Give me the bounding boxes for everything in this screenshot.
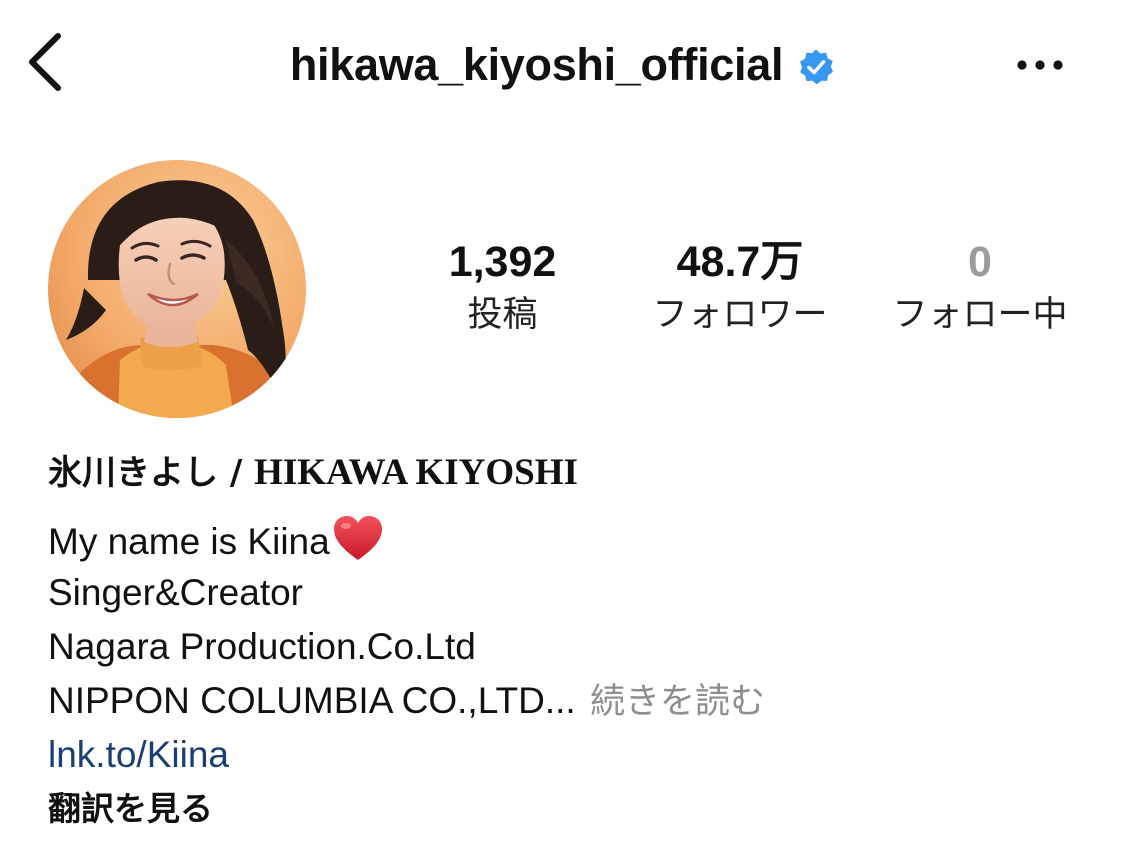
stat-following[interactable]: 0 フォロー中 <box>880 236 1080 340</box>
bio-line-text: My name is Kiina <box>48 521 330 562</box>
header-title: hikawa_kiyoshi_official <box>0 36 1125 92</box>
posts-count: 1,392 <box>448 238 557 286</box>
profile-avatar[interactable] <box>48 160 306 418</box>
heart-emoji-icon <box>333 516 382 560</box>
username-title: hikawa_kiyoshi_official <box>289 38 784 90</box>
avatar-photo <box>48 160 306 418</box>
read-more-link[interactable]: 続きを読む <box>590 682 765 722</box>
see-translation-button[interactable]: 翻訳を見る <box>48 784 213 834</box>
verified-badge-icon <box>800 49 834 85</box>
following-count: 0 <box>968 238 992 286</box>
bio-line: My name is Kiina <box>48 514 385 567</box>
display-name-jp: 氷川きよし / <box>48 453 255 493</box>
profile-external-link[interactable]: lnk.to/Kiina <box>48 730 229 780</box>
bio-line-text: NIPPON COLUMBIA CO.,LTD... <box>48 680 576 721</box>
profile-header: hikawa_kiyoshi_official <box>0 0 1125 125</box>
more-horizontal-icon <box>1017 60 1063 70</box>
posts-label: 投稿 <box>467 295 538 335</box>
followers-label: フォロワー <box>652 295 828 335</box>
bio-line: Nagara Production.Co.Ltd <box>48 626 476 667</box>
following-label: フォロー中 <box>892 295 1068 335</box>
stat-posts[interactable]: 1,392 投稿 <box>420 236 585 340</box>
followers-count: 48.7万 <box>676 238 804 286</box>
display-name-en: HIKAWA KIYOSHI <box>254 452 578 493</box>
stat-followers[interactable]: 48.7万 フォロワー <box>640 236 840 340</box>
more-options-button[interactable] <box>1010 45 1070 85</box>
bio-line: Singer&Creator <box>48 572 304 613</box>
display-name: 氷川きよし / HIKAWA KIYOSHI <box>48 448 578 498</box>
bio-line: NIPPON COLUMBIA CO.,LTD... 続きを読む <box>48 676 765 727</box>
